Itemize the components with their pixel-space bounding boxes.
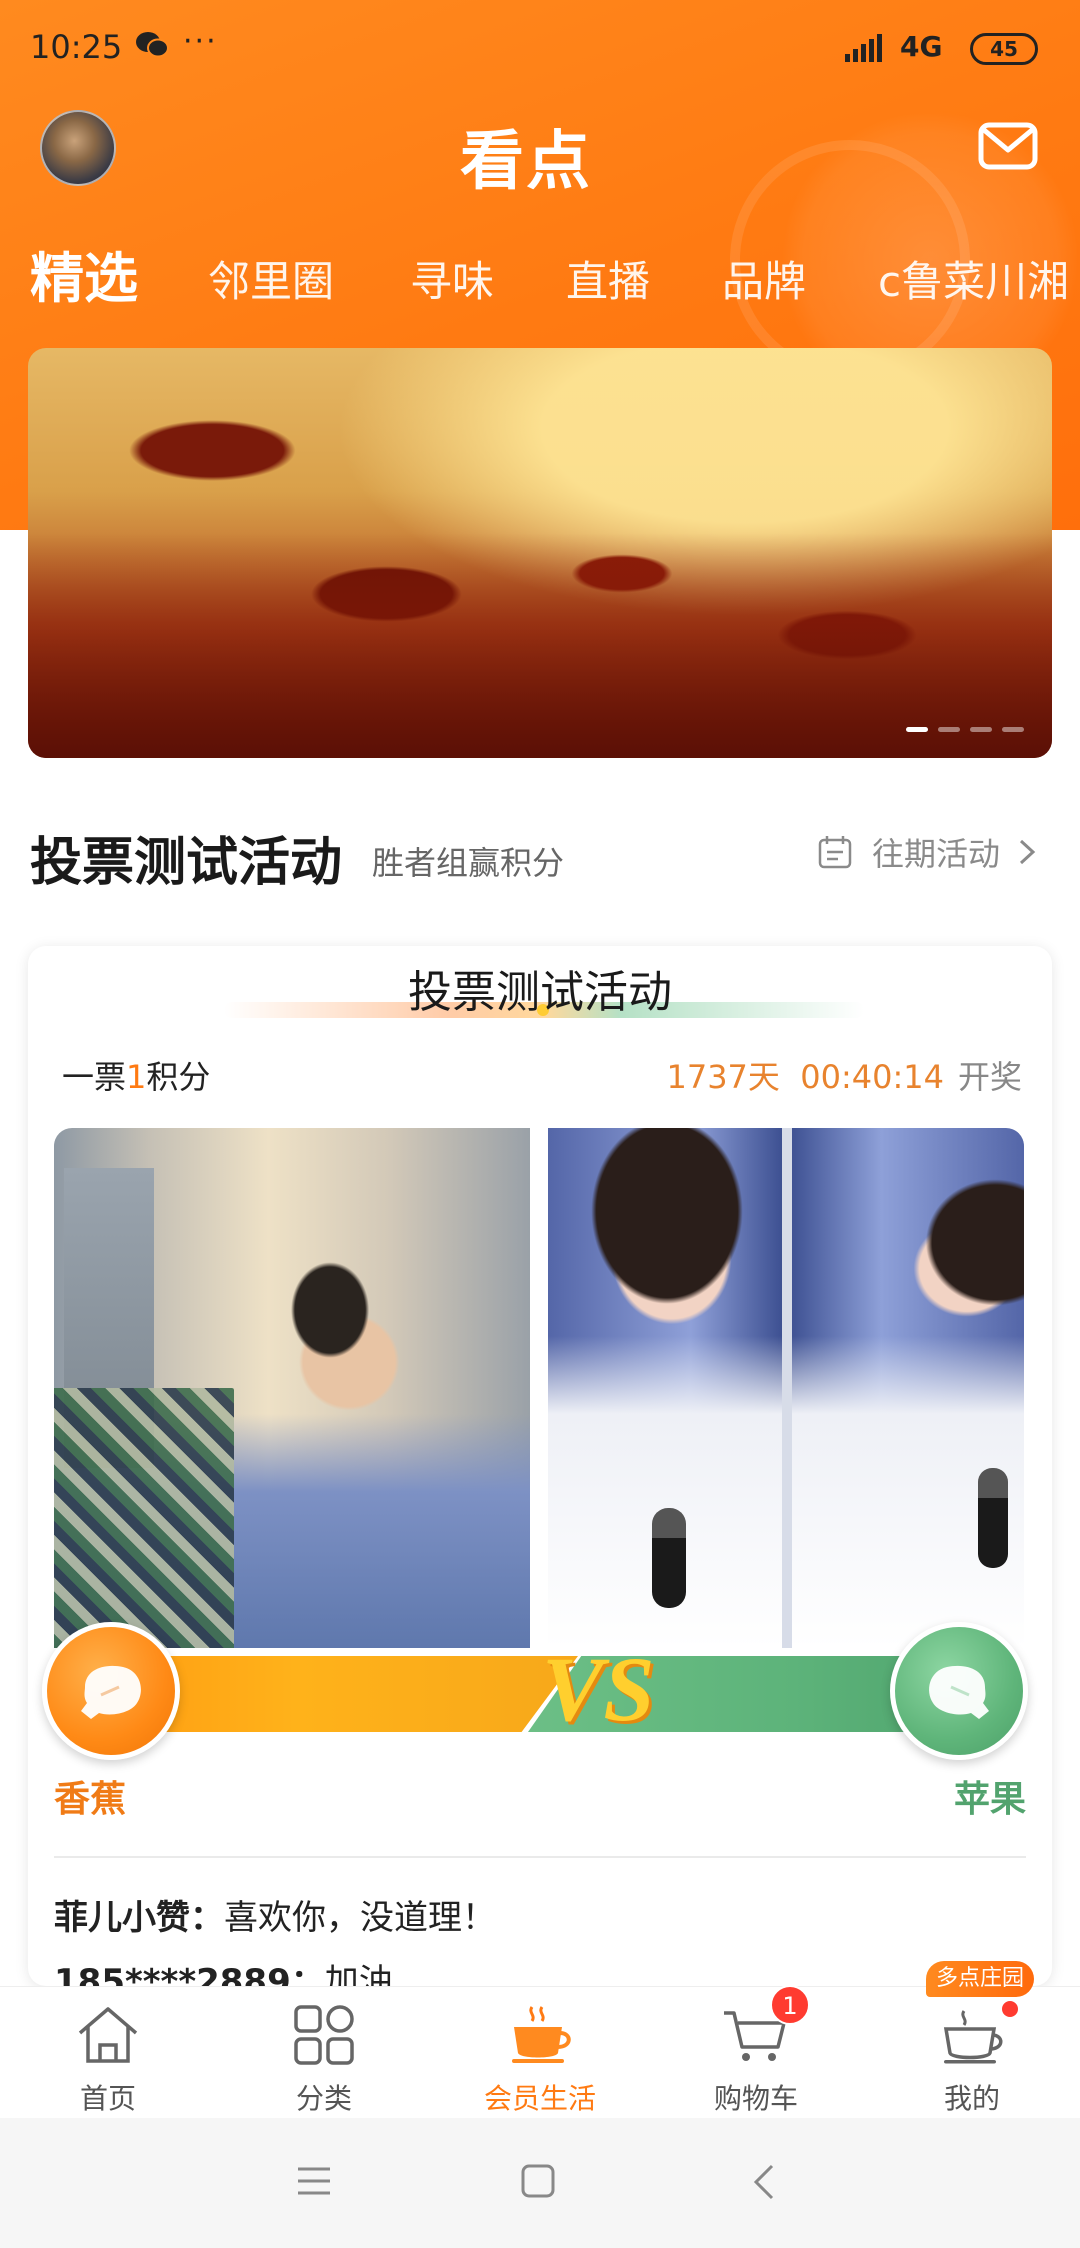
photo-divider [782,1128,792,1648]
network-type: 4G [900,30,943,63]
tabbar-category-label: 分类 [295,2082,352,2115]
countdown: 1737天 00:40:14 开奖 [666,1052,1022,1098]
menu-icon[interactable] [296,2164,332,2198]
contestant-left-photo[interactable] [54,1128,530,1648]
coffee-cup-icon [512,2006,571,2063]
comment-item: 菲儿小赞：喜欢你，没道理！ [54,1890,496,1939]
comment-text: 喜欢你，没道理！ [224,1898,496,1938]
profile-cup-icon [943,2010,1003,2064]
banner-flowers-image [28,532,1052,758]
cart-count-badge: 1 [770,1985,810,2025]
tabbar-home-label: 首页 [79,2082,136,2115]
section-title: 投票测试活动 [30,833,343,893]
photo-plaid-shirt [54,1388,234,1648]
vote-right-button[interactable] [890,1622,1028,1760]
vote-rule-number: 1 [126,1058,147,1096]
app-logo-text: 看点 [460,125,592,199]
user-avatar[interactable] [40,110,116,186]
tab-featured[interactable]: 精选 [30,234,138,313]
notification-dot [1002,2001,1018,2017]
banner-pagination [906,727,1024,732]
signal-icon [845,34,882,62]
banner-dot [906,727,928,732]
bottom-tab-bar: 首页 分类 会员生活 1 购物车 多点庄园 我的 [0,1961,1080,2119]
side-left-label: 香蕉 [54,1779,127,1820]
chevron-right-icon [1020,839,1036,865]
tab-cuisine[interactable]: c鲁菜川湘 [878,248,1069,309]
tabbar-cart-label: 购物车 [713,2082,798,2115]
tabbar-home[interactable]: 首页 [0,1987,216,2119]
banner-dot [938,727,960,732]
tab-live[interactable]: 直播 [566,248,650,309]
promo-banner[interactable] [28,348,1052,758]
wechat-icon [136,32,169,58]
tab-food[interactable]: 寻味 [410,248,494,309]
status-time: 10:25 [30,28,123,66]
past-activities-label: 往期活动 [872,835,1001,873]
comment-text: 加油 [324,1962,393,1986]
comment-user: 菲儿小赞： [54,1898,224,1938]
home-icon [78,2007,138,2063]
vote-rule-suffix: 积分 [146,1058,211,1096]
category-tabs: 精选 邻里圈 寻味 直播 品牌 c鲁菜川湘 [0,240,1080,310]
comment-item: 185****2889：加油 [54,1954,393,1986]
tabbar-mine-label: 我的 [943,2082,1000,2115]
tabbar-category[interactable]: 分类 [216,1987,432,2119]
vote-card-title: 投票测试活动 [408,967,672,1018]
vote-rule: 一票1积分 [62,1052,210,1098]
battery-icon: 45 [970,33,1038,65]
farm-tag-badge[interactable]: 多点庄园 [926,1961,1035,1997]
back-icon[interactable] [752,2164,776,2200]
tab-brand[interactable]: 品牌 [722,248,806,309]
category-grid-icon [294,2005,354,2065]
countdown-suffix: 开奖 [957,1058,1022,1096]
banner-dot [970,727,992,732]
status-more-dots: ··· [183,24,218,59]
microphone-image [978,1468,1008,1568]
past-activities-link[interactable]: 往期活动 [818,830,1036,874]
app-logo: 看点 [460,110,620,199]
countdown-time: 1737天 00:40:14 [666,1058,944,1096]
tabbar-member-life[interactable]: 会员生活 [432,1987,648,2119]
tabbar-cart[interactable]: 1 购物车 [648,1985,864,2119]
microphone-image [652,1508,686,1608]
contestant-right-photo[interactable] [548,1128,1024,1648]
vs-progress-bar: VS [108,1638,972,1740]
boxing-glove-icon [81,1665,141,1719]
system-nav-bar [0,2118,1080,2248]
banner-dot [1002,727,1024,732]
card-divider [54,1856,1026,1858]
tabbar-mine[interactable]: 多点庄园 我的 [864,1961,1080,2119]
vote-card: 投票测试活动 一票1积分 1737天 00:40:14 开奖 VS 香蕉 苹果 菲… [28,946,1052,1986]
calendar-icon [818,836,852,869]
boxing-glove-icon [929,1665,989,1719]
vote-left-button[interactable] [42,1622,180,1760]
vote-rule-prefix: 一票 [62,1058,127,1096]
vs-label: VS [542,1638,655,1740]
section-subtitle: 胜者组赢积分 [372,844,565,882]
home-button-icon[interactable] [520,2164,556,2198]
tab-neighborhood[interactable]: 邻里圈 [208,248,334,309]
status-bar: 10:25 ··· 4G 45 [0,0,1080,100]
mail-icon[interactable] [978,122,1038,170]
side-right-label: 苹果 [953,1779,1026,1820]
tabbar-member-life-label: 会员生活 [483,2082,596,2115]
comment-user: 185****2889： [54,1962,325,1986]
